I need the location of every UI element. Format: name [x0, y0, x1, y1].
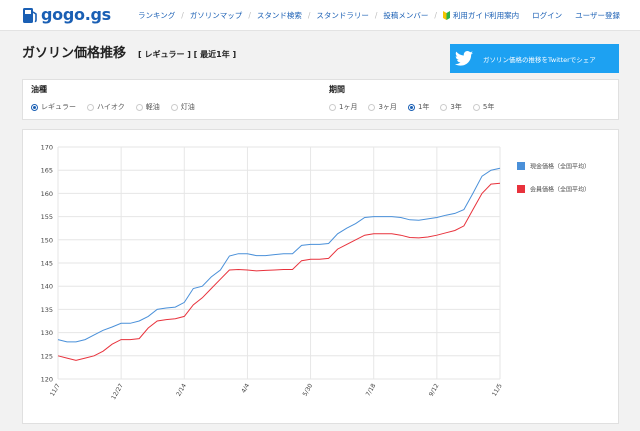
- period-option-label: 3年: [450, 103, 462, 111]
- series-line-member-price: [57, 182, 501, 361]
- nav-divider: /: [181, 11, 184, 20]
- gas-pump-icon: [22, 6, 38, 24]
- radio-button[interactable]: [407, 103, 415, 111]
- logo[interactable]: gogo.gs: [22, 5, 111, 24]
- y-tick-label: 120: [41, 376, 53, 384]
- x-tick-label: 7/18: [365, 382, 378, 397]
- x-tick-label: 11/5: [491, 382, 504, 397]
- share-label: ガソリン価格の推移をTwitterでシェア: [483, 55, 596, 64]
- fuel-type-option-label: レギュラー: [41, 103, 76, 111]
- y-tick-label: 135: [41, 306, 53, 314]
- period-option-label: 1ヶ月: [339, 103, 358, 111]
- nav-station-search[interactable]: スタンド検索: [257, 10, 302, 21]
- period-options: 1ヶ月 3ヶ月 1年 3年 5年: [329, 102, 505, 112]
- y-tick-label: 165: [41, 167, 53, 175]
- nav-divider: /: [434, 11, 437, 20]
- fuel-type-option-1[interactable]: レギュラー: [31, 102, 76, 112]
- y-tick-label: 130: [41, 329, 53, 337]
- twitter-bird-icon: [450, 44, 478, 73]
- x-tick-label: 5/30: [301, 382, 314, 397]
- fuel-type-option-label: 灯油: [180, 103, 195, 111]
- fuel-type-options: レギュラー ハイオク 軽油 灯油: [31, 102, 206, 112]
- period-option-label: 5年: [482, 103, 495, 111]
- nav-contributors[interactable]: 投稿メンバー: [383, 10, 428, 21]
- y-tick-label: 145: [41, 260, 53, 268]
- fuel-type-title: 油種: [31, 85, 47, 94]
- page-subtitle: [ レギュラー ] [ 最近1年 ]: [138, 50, 237, 59]
- nav-divider: /: [307, 11, 311, 20]
- period-option-label: 1年: [417, 103, 430, 111]
- fuel-type-option-label: 軽油: [145, 103, 160, 111]
- legend-swatch: [517, 162, 525, 170]
- period-title: 期間: [329, 85, 345, 94]
- radio-button[interactable]: [170, 103, 178, 111]
- register-link[interactable]: ユーザー登録: [575, 10, 620, 21]
- brand-name: gogo.gs: [41, 5, 111, 24]
- legend-swatch: [517, 185, 525, 193]
- main-nav: ランキング / ガソリンマップ / スタンド検索 / スタンドラリー / 投稿メ…: [138, 0, 490, 31]
- radio-button[interactable]: [87, 103, 94, 111]
- fuel-type-option-3[interactable]: 軽油: [135, 102, 160, 112]
- period-option-2[interactable]: 3ヶ月: [368, 102, 397, 112]
- period-option-4[interactable]: 3年: [440, 102, 462, 112]
- legend-label: 現金価格（全国平均）: [530, 163, 590, 171]
- x-tick-label: 9/12: [428, 382, 441, 397]
- nav-station-rally[interactable]: スタンドラリー: [316, 10, 369, 21]
- nav-divider: /: [374, 11, 378, 20]
- period-option-label: 3ヶ月: [378, 103, 397, 111]
- nav-ranking[interactable]: ランキング: [138, 10, 175, 21]
- radio-button[interactable]: [368, 103, 376, 111]
- radio-button[interactable]: [472, 103, 480, 111]
- fuel-type-filter: 油種 レギュラー ハイオク 軽油 灯油: [31, 84, 206, 112]
- nav-info[interactable]: 利用案内: [489, 10, 519, 21]
- y-tick-label: 150: [41, 236, 53, 244]
- y-tick-label: 125: [41, 352, 53, 360]
- radio-button[interactable]: [135, 103, 143, 111]
- legend-label: 会員価格（全国平均）: [530, 186, 590, 194]
- twitter-share-button[interactable]: ガソリン価格の推移をTwitterでシェア: [450, 44, 619, 73]
- fuel-type-option-label: ハイオク: [97, 103, 125, 111]
- period-option-1[interactable]: 1ヶ月: [329, 102, 357, 112]
- series-line-cash-price: [57, 167, 501, 343]
- y-tick-label: 160: [41, 190, 53, 198]
- nav-divider: /: [248, 11, 251, 20]
- y-tick-label: 140: [41, 283, 53, 291]
- y-tick-label: 170: [41, 144, 53, 152]
- x-tick-label: 2/14: [175, 382, 188, 397]
- period-option-5[interactable]: 5年: [472, 102, 495, 112]
- login-link[interactable]: ログイン: [532, 10, 562, 21]
- y-tick-label: 155: [41, 213, 53, 221]
- price-line-chart: 120 125 130 135 140 145 150 155 160 165 170 11/7 12/…: [41, 144, 590, 401]
- x-tick-label: 11/7: [49, 382, 62, 397]
- filter-panel: 油種 レギュラー ハイオク 軽油 灯油 期間 1ヶ月 3ヶ月 1年 3年 5年: [22, 79, 619, 120]
- radio-button[interactable]: [440, 103, 448, 111]
- account-nav: 利用案内 ログイン ユーザー登録: [476, 0, 620, 31]
- x-tick-label: 12/27: [110, 382, 125, 401]
- beginner-mark-icon: [442, 11, 450, 20]
- fuel-type-option-4[interactable]: 灯油: [170, 102, 195, 112]
- page-heading: ガソリン価格推移 [ レギュラー ] [ 最近1年 ]: [22, 42, 236, 61]
- period-option-3[interactable]: 1年: [407, 102, 430, 112]
- page-title: ガソリン価格推移: [22, 46, 127, 61]
- radio-button[interactable]: [329, 103, 336, 111]
- nav-gas-map[interactable]: ガソリンマップ: [190, 10, 243, 21]
- period-filter: 期間 1ヶ月 3ヶ月 1年 3年 5年: [329, 84, 505, 112]
- price-chart-panel: 120 125 130 135 140 145 150 155 160 165 170 11/7 12/…: [22, 129, 619, 424]
- x-tick-label: 4/4: [240, 382, 251, 394]
- fuel-type-option-2[interactable]: ハイオク: [87, 102, 125, 112]
- radio-button[interactable]: [31, 103, 38, 111]
- top-navigation: gogo.gs ランキング / ガソリンマップ / スタンド検索 / スタンドラ…: [0, 0, 640, 31]
